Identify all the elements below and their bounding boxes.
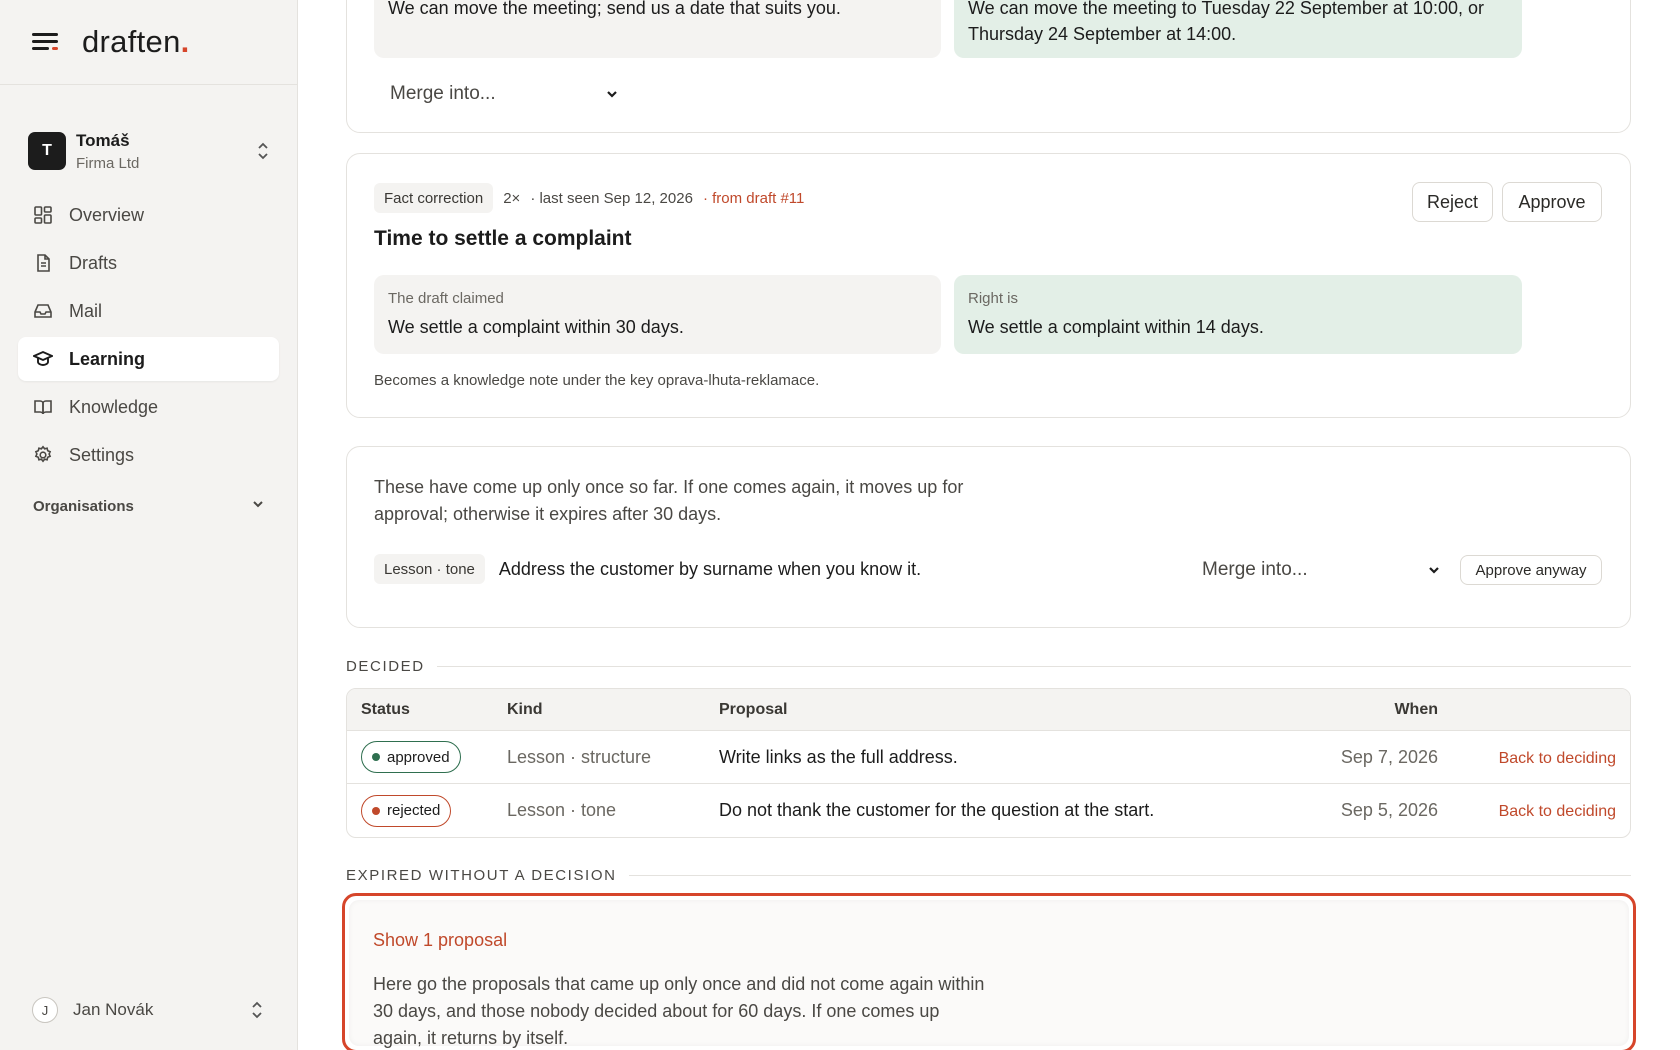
- merge-into-select[interactable]: Merge into...: [1202, 554, 1442, 586]
- nav-item-knowledge[interactable]: Knowledge: [18, 385, 279, 429]
- organisations-label: Organisations: [33, 497, 134, 515]
- expired-section-label: EXPIRED WITHOUT A DECISION: [346, 867, 1631, 884]
- chevron-up-down-icon: [249, 1000, 265, 1020]
- nav-label: Overview: [69, 204, 145, 225]
- proposal-card-meeting: We can move the meeting; send us a date …: [346, 0, 1631, 133]
- decided-table: Status Kind Proposal When approved Lesso…: [346, 688, 1631, 838]
- last-seen: · last seen Sep 12, 2026: [530, 189, 693, 207]
- approve-anyway-button[interactable]: Approve anyway: [1460, 555, 1602, 585]
- reject-button[interactable]: Reject: [1412, 182, 1493, 222]
- row-proposal: Do not thank the customer for the questi…: [719, 800, 1155, 820]
- once-only-intro: These have come up only once so far. If …: [374, 477, 964, 524]
- col-proposal: Proposal: [719, 700, 788, 718]
- account-org: Firma Ltd: [76, 154, 140, 172]
- correct-text: We settle a complaint within 14 days.: [968, 317, 1264, 337]
- organisations-toggle[interactable]: Organisations: [33, 497, 265, 515]
- table-header: Status Kind Proposal When: [347, 689, 1630, 731]
- chevron-up-down-icon: [255, 141, 271, 161]
- nav-item-overview[interactable]: Overview: [18, 193, 279, 237]
- col-when: When: [1394, 700, 1438, 718]
- table-row: approved Lesson · structure Write links …: [347, 731, 1630, 784]
- nav-label: Knowledge: [69, 396, 159, 417]
- once-only-card: These have come up only once so far. If …: [346, 446, 1631, 628]
- merge-placeholder: Merge into...: [1202, 559, 1308, 580]
- sidebar: draften. T Tomáš Firma Ltd Overview Draf…: [0, 0, 298, 1050]
- chevron-down-icon: [251, 497, 265, 515]
- merge-into-select[interactable]: Merge into...: [390, 78, 620, 110]
- row-kind: Lesson · structure: [507, 746, 652, 767]
- status-badge-approved: approved: [361, 741, 461, 773]
- proposal-title: Time to settle a complaint: [374, 227, 632, 250]
- proposal-card-fact-correction: Fact correction 2× · last seen Sep 12, 2…: [346, 153, 1631, 418]
- grid-icon: [33, 205, 53, 225]
- brand-logo[interactable]: draften.: [82, 24, 190, 60]
- inbox-icon: [33, 301, 53, 321]
- document-icon: [33, 253, 53, 273]
- menu-icon[interactable]: [32, 31, 60, 53]
- correct-box: Right is We settle a complaint within 14…: [954, 275, 1522, 354]
- back-to-deciding-link[interactable]: Back to deciding: [1499, 803, 1616, 820]
- claimed-text: We settle a complaint within 30 days.: [388, 317, 684, 337]
- expired-proposals-panel[interactable]: Show 1 proposal Here go the proposals th…: [342, 893, 1636, 1050]
- user-avatar: J: [32, 997, 58, 1023]
- correct-label: Right is: [968, 290, 1019, 307]
- row-when: Sep 7, 2026: [1340, 746, 1438, 767]
- claimed-label: The draft claimed: [388, 290, 504, 307]
- nav-item-learning[interactable]: Learning: [18, 337, 279, 381]
- book-icon: [33, 397, 53, 417]
- col-status: Status: [361, 700, 410, 718]
- chevron-down-icon: [607, 91, 617, 98]
- expired-description: Here go the proposals that came up only …: [373, 974, 985, 1048]
- show-expired-link[interactable]: Show 1 proposal: [373, 930, 507, 951]
- nav-label: Drafts: [69, 252, 118, 273]
- nav-item-mail[interactable]: Mail: [18, 289, 279, 333]
- kind-chip: Fact correction: [374, 183, 494, 213]
- main-nav: Overview Drafts Mail Learning Knowledge …: [0, 189, 297, 477]
- claimed-box: We can move the meeting; send us a date …: [374, 0, 941, 58]
- chevron-down-icon: [1429, 567, 1439, 574]
- back-to-deciding-link[interactable]: Back to deciding: [1499, 750, 1616, 767]
- account-switcher[interactable]: T Tomáš Firma Ltd: [0, 85, 297, 189]
- nav-label: Learning: [69, 348, 146, 369]
- brand-bar: draften.: [0, 0, 297, 85]
- table-row: rejected Lesson · tone Do not thank the …: [347, 784, 1630, 837]
- col-kind: Kind: [507, 700, 543, 718]
- gear-icon: [33, 445, 53, 465]
- row-proposal: Write links as the full address.: [719, 746, 958, 767]
- correct-text: We can move the meeting to Tuesday 22 Se…: [968, 0, 1484, 44]
- correct-box: We can move the meeting to Tuesday 22 Se…: [954, 0, 1522, 58]
- approve-button[interactable]: Approve: [1502, 182, 1602, 222]
- knowledge-note-hint: Becomes a knowledge note under the key o…: [374, 372, 820, 389]
- occurrence-count: 2×: [503, 189, 521, 207]
- nav-item-drafts[interactable]: Drafts: [18, 241, 279, 285]
- row-kind: Lesson · tone: [507, 800, 617, 820]
- account-avatar: T: [28, 132, 66, 170]
- row-when: Sep 5, 2026: [1340, 800, 1438, 820]
- section-title: EXPIRED WITHOUT A DECISION: [346, 867, 617, 884]
- source-draft-link[interactable]: · from draft #11: [703, 190, 804, 207]
- status-badge-rejected: rejected: [361, 794, 452, 827]
- nav-label: Mail: [69, 300, 103, 321]
- user-menu[interactable]: J Jan Novák: [32, 992, 265, 1028]
- claimed-box: The draft claimed We settle a complaint …: [374, 275, 941, 354]
- claimed-text: We can move the meeting; send us a date …: [388, 0, 841, 18]
- merge-placeholder: Merge into...: [390, 83, 496, 104]
- decided-section-label: DECIDED: [346, 658, 1631, 675]
- kind-chip: Lesson · tone: [374, 554, 485, 584]
- section-title: DECIDED: [346, 658, 425, 675]
- graduation-cap-icon: [33, 349, 53, 369]
- nav-label: Settings: [69, 444, 135, 465]
- user-name: Jan Novák: [73, 1000, 154, 1019]
- account-name: Tomáš: [76, 130, 130, 150]
- learning-page: We can move the meeting; send us a date …: [298, 0, 1680, 1050]
- nav-item-settings[interactable]: Settings: [18, 433, 279, 477]
- proposal-text: Address the customer by surname when you…: [498, 558, 922, 579]
